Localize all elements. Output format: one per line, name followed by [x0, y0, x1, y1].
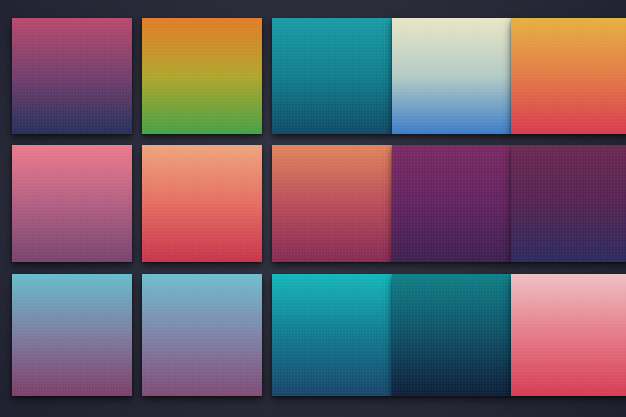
swatch-r2-c4	[392, 145, 512, 262]
swatch-r2-c2	[142, 145, 262, 262]
swatch-r3-c4	[392, 274, 512, 396]
swatch-r1-c3	[272, 18, 392, 134]
swatch-r3-c1	[12, 274, 132, 396]
swatch-r1-c2	[142, 18, 262, 134]
swatch-r3-c5	[511, 274, 626, 396]
swatch-r1-c4	[392, 18, 512, 134]
swatch-r2-c3	[272, 145, 392, 262]
swatch-r1-c1	[12, 18, 132, 134]
gradient-swatch-grid	[0, 0, 626, 417]
swatch-r2-c1	[12, 145, 132, 262]
swatch-r2-c5	[511, 145, 626, 262]
swatch-r3-c2	[142, 274, 262, 396]
swatch-r1-c5	[511, 18, 626, 134]
swatch-r3-c3	[272, 274, 392, 396]
